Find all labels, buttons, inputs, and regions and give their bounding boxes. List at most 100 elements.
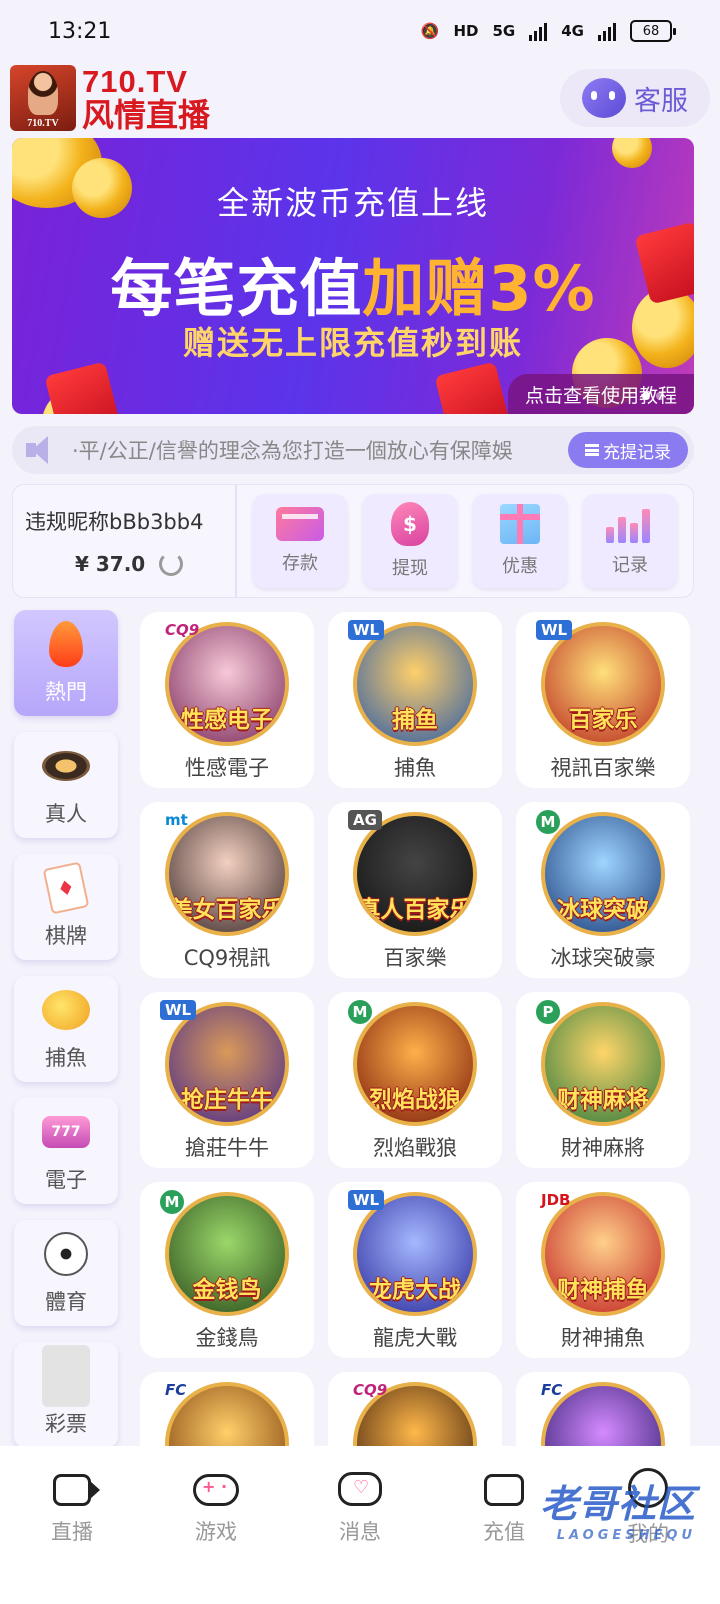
nav-recharge[interactable]: 充值: [454, 1468, 554, 1546]
category-fishing[interactable]: 捕魚: [14, 976, 118, 1082]
logo-image: 710.TV: [10, 65, 76, 131]
banner-offer: 每笔充值加赠3%: [110, 252, 596, 325]
category-sports[interactable]: 體育: [14, 1220, 118, 1326]
withdraw-button[interactable]: $ 提现: [363, 494, 457, 588]
game-card[interactable]: CQ9 性感电子 性感電子: [140, 612, 314, 788]
provider-badge: M: [536, 810, 560, 834]
game-name: CQ9視訊: [183, 946, 271, 970]
clock: 13:21: [48, 18, 112, 44]
game-thumbnail: 财神麻将: [541, 1002, 665, 1126]
fire-icon: [49, 621, 83, 667]
banner-headline: 全新波币充值上线: [216, 184, 489, 222]
account-balance: ¥ 37.0: [25, 552, 235, 576]
game-card[interactable]: M 金钱鸟 金錢鳥: [140, 1182, 314, 1358]
game-name: 捕魚: [394, 756, 436, 780]
playing-card-icon: ♦: [42, 861, 90, 915]
game-name: 視訊百家樂: [550, 756, 656, 780]
account-nickname: 违规昵称bBb3bb4: [25, 510, 204, 534]
deposit-button[interactable]: 存款: [253, 494, 347, 588]
soccer-ball-icon: [44, 1232, 88, 1276]
deposit-withdraw-record-button[interactable]: 充提记录: [568, 432, 688, 468]
banner-pagination: [642, 392, 664, 400]
provider-badge: FC: [165, 1381, 187, 1399]
promotions-button[interactable]: 优惠: [473, 494, 567, 588]
announcement-marquee: ·平/公正/信譽的理念為您打造一個放心有保障娛 充提记录: [12, 426, 694, 474]
customer-service-button[interactable]: 客服: [560, 69, 710, 127]
category-live[interactable]: 真人: [14, 732, 118, 838]
provider-badge: WL: [348, 620, 385, 640]
game-card[interactable]: AG 真人百家乐百家樂: [328, 802, 502, 978]
game-name: 百家樂: [383, 946, 447, 970]
game-thumbnail: 财神捕鱼: [541, 1192, 665, 1316]
app-logo: 710.TV 710.TV 风情直播: [10, 65, 210, 131]
signal-icon: [529, 21, 548, 41]
game-thumbnail: 捕鱼: [353, 622, 477, 746]
money-bag-icon: $: [391, 502, 429, 546]
game-art-title: 捕鱼: [392, 707, 438, 733]
category-slots[interactable]: 777 電子: [14, 1098, 118, 1204]
nav-messages[interactable]: 消息: [310, 1468, 410, 1546]
user-icon: [628, 1468, 668, 1508]
refresh-icon[interactable]: [159, 552, 184, 576]
category-lottery[interactable]: 彩票: [14, 1342, 118, 1448]
game-card[interactable]: P 财神麻将 財神麻將: [516, 992, 690, 1168]
game-card[interactable]: WL 抢庄牛牛 搶莊牛牛: [140, 992, 314, 1168]
game-art-title: 烈焰战狼: [369, 1087, 461, 1113]
category-hot[interactable]: 熱門: [14, 610, 118, 716]
game-name: 金錢鳥: [195, 1326, 259, 1350]
signal-icon-2: [598, 21, 616, 41]
game-card[interactable]: JDB 财神捕鱼 財神捕魚: [516, 1182, 690, 1358]
status-icons: 🔕 HD 5G 4G 68: [420, 20, 676, 42]
game-art-title: 龙虎大战: [369, 1277, 461, 1303]
records-button[interactable]: 记录: [583, 494, 677, 588]
network-4g-icon: 4G: [561, 22, 584, 40]
nav-games[interactable]: 游戏: [166, 1468, 266, 1546]
promo-banner[interactable]: 全新波币充值上线 每笔充值加赠3% 赠送无上限充值秒到账 点击查看使用教程: [12, 138, 694, 414]
provider-badge: WL: [160, 1000, 197, 1020]
announcement-text: ·平/公正/信譽的理念為您打造一個放心有保障娛: [72, 439, 513, 463]
provider-badge: mt: [165, 811, 188, 829]
game-art-title: 抢庄牛牛: [181, 1087, 273, 1113]
game-art-title: 金钱鸟: [192, 1277, 262, 1303]
mute-icon: 🔕: [420, 22, 440, 40]
hd-icon: HD: [453, 22, 479, 40]
bar-chart-icon: [606, 505, 654, 543]
provider-badge: M: [348, 1000, 372, 1024]
provider-badge: P: [536, 1000, 560, 1024]
game-art-title: 冰球突破: [557, 897, 649, 923]
game-art-title: 性感电子: [181, 707, 273, 733]
battery-icon: 68: [630, 20, 676, 42]
game-card[interactable]: mt 美女百家乐 CQ9視訊: [140, 802, 314, 978]
provider-badge: AG: [348, 810, 382, 830]
game-card[interactable]: WL 捕鱼捕魚: [328, 612, 502, 788]
game-art-title: 真人百家乐: [357, 897, 473, 923]
nav-profile[interactable]: 我的: [598, 1468, 698, 1548]
nav-live[interactable]: 直播: [22, 1468, 122, 1546]
provider-badge: FC: [541, 1381, 563, 1399]
category-cards[interactable]: ♦ 棋牌: [14, 854, 118, 960]
game-art-title: 百家乐: [568, 707, 638, 733]
lottery-icon: [42, 1345, 90, 1407]
game-name: 烈焰戰狼: [373, 1136, 457, 1160]
game-thumbnail: 金钱鸟: [165, 1192, 289, 1316]
banner-tutorial-link[interactable]: 点击查看使用教程: [508, 374, 694, 414]
provider-badge: WL: [536, 620, 573, 640]
game-thumbnail: 性感电子: [165, 622, 289, 746]
game-thumbnail: 烈焰战狼: [353, 1002, 477, 1126]
game-card[interactable]: WL 百家乐視訊百家樂: [516, 612, 690, 788]
provider-badge: JDB: [541, 1191, 571, 1209]
category-sidebar: 熱門 真人 ♦ 棋牌 捕魚 777 電子 體育 彩票: [14, 610, 118, 1464]
game-card[interactable]: M 烈焰战狼烈焰戰狼: [328, 992, 502, 1168]
game-thumbnail: 美女百家乐: [165, 812, 289, 936]
game-art-title: 财神捕鱼: [557, 1277, 649, 1303]
headset-icon: [582, 78, 626, 118]
game-name: 冰球突破豪: [550, 946, 656, 970]
camera-icon: [53, 1474, 100, 1506]
game-art-title: 财神麻将: [557, 1087, 649, 1113]
bottom-navigation: 直播 游戏 消息 充值 我的: [0, 1446, 720, 1604]
provider-badge: CQ9: [165, 621, 200, 639]
customer-service-label: 客服: [634, 85, 688, 117]
game-card[interactable]: M 冰球突破冰球突破豪: [516, 802, 690, 978]
game-name: 龍虎大戰: [373, 1326, 457, 1350]
game-card[interactable]: WL 龙虎大战 龍虎大戰: [328, 1182, 502, 1358]
